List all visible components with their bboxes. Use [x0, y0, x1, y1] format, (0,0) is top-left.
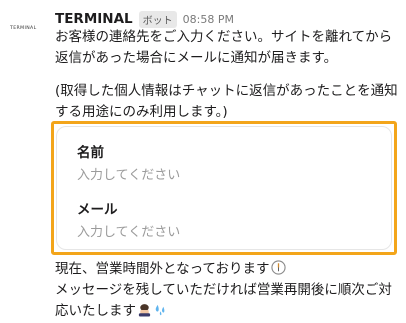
email-input[interactable] [71, 222, 377, 242]
bowing-person-icon [138, 304, 151, 317]
chat-message: TERMINAL TERMINAL ボット 08:58 PM お客様の連絡先をご… [0, 0, 406, 323]
intro-text: お客様の連絡先をご入力ください。サイトを離れてから返信があった場合にメールに通知… [55, 29, 393, 66]
clock-icon [270, 260, 286, 275]
email-label: メール [77, 202, 118, 218]
hours-line-2: メッセージを残していただければ営業再開後に順次ご対応いたします [55, 282, 392, 319]
sweat-drops-icon [155, 304, 165, 316]
name-label: 名前 [77, 145, 104, 161]
name-input[interactable] [71, 165, 377, 185]
contact-form-card: 名前 メール [56, 126, 392, 250]
sender-name[interactable]: TERMINAL [55, 11, 133, 27]
contact-form: 名前 メール [51, 121, 397, 255]
bot-badge: ボット [138, 10, 177, 28]
bot-avatar: TERMINAL [10, 26, 37, 31]
privacy-note: (取得した個人情報はチャットに返信があったことを通知する用途にのみ利用します。) [55, 83, 398, 120]
business-hours-text: 現在、営業時間外となっております メッセージを残していただければ営業再開後に順次… [55, 259, 400, 322]
message-timestamp[interactable]: 08:58 PM [183, 13, 234, 26]
message-header: TERMINAL ボット 08:58 PM [55, 10, 234, 28]
hours-line-1: 現在、営業時間外となっております [55, 261, 270, 277]
